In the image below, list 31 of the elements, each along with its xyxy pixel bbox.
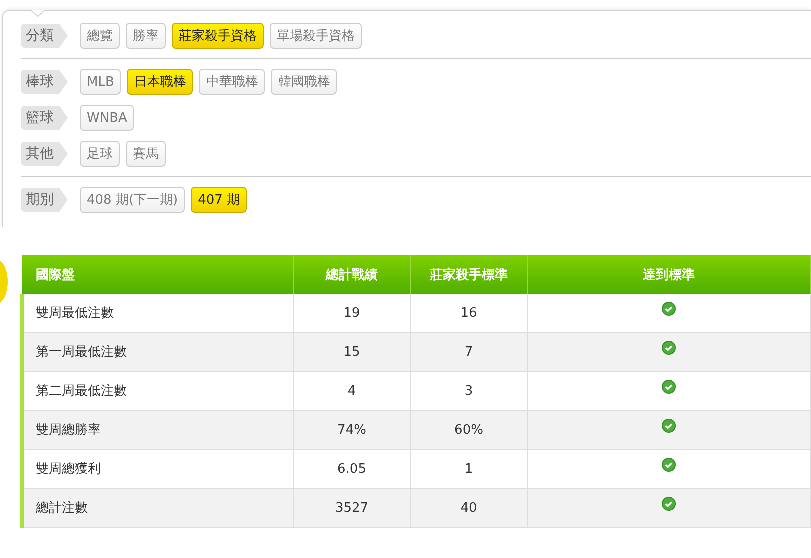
table-cell: 雙周總勝率 [22, 410, 294, 450]
filter-option[interactable]: 中華職棒 [199, 69, 266, 95]
filter-option[interactable]: 勝率 [126, 23, 166, 49]
column-header: 達到標準 [528, 255, 810, 294]
filter-label: 分類 [21, 24, 68, 48]
filter-option[interactable]: 單場殺手資格 [270, 23, 362, 49]
filter-option[interactable]: 408 期(下一期) [80, 187, 186, 213]
table-cell: 15 [294, 332, 410, 372]
filter-option[interactable]: 韓國職棒 [271, 69, 338, 95]
filter-option[interactable]: 莊家殺手資格 [172, 23, 264, 49]
filter-label: 籃球 [21, 106, 68, 130]
filter-label: 期別 [21, 188, 68, 212]
table-cell: 60% [410, 410, 528, 450]
table-cell: 總計注數 [22, 488, 294, 528]
table-cell: 7 [410, 332, 528, 372]
filter-label: 其他 [21, 142, 68, 166]
filter-option[interactable]: MLB [80, 69, 122, 95]
table-cell: 40 [410, 488, 528, 528]
filter-option[interactable]: 賽馬 [126, 141, 166, 167]
filter-option[interactable]: 足球 [80, 141, 120, 167]
filter-label: 棒球 [21, 70, 68, 94]
table-cell: 74% [294, 410, 410, 450]
column-header: 莊家殺手標準 [410, 255, 528, 294]
filter-option[interactable]: 407 期 [191, 187, 248, 213]
filter-option[interactable]: 日本職棒 [127, 69, 194, 95]
column-header: 總計戰績 [294, 255, 410, 294]
filter-option[interactable]: WNBA [80, 105, 134, 131]
table-cell: 第一周最低注數 [22, 332, 294, 372]
table-cell: 3527 [294, 488, 410, 528]
filter-option[interactable]: 總覽 [80, 23, 120, 49]
column-header: 國際盤 [22, 255, 294, 294]
